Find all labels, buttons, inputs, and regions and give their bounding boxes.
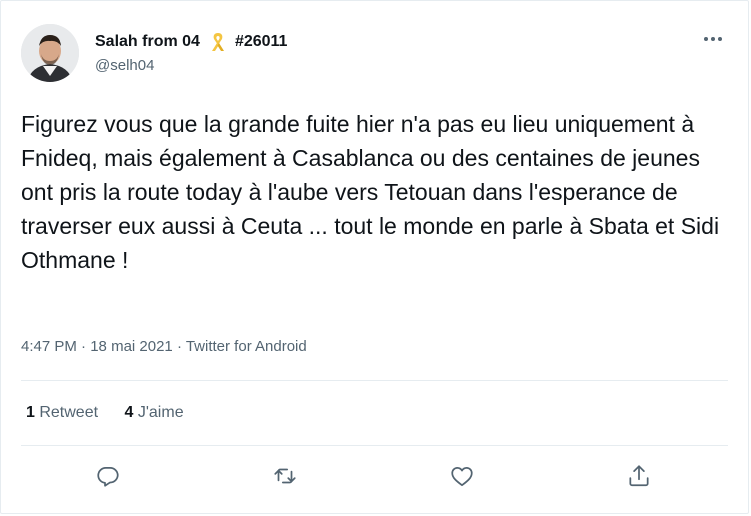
tweet-stats: 1 Retweet 4 J'aime [26,404,206,422]
retweets-label: Retweet [34,404,99,421]
author-name-row[interactable]: Salah from 04 #26011 [95,31,287,53]
user-handle[interactable]: @selh04 [95,57,154,74]
meta-separator: · [76,338,91,355]
retweets-stat[interactable]: 1 Retweet [26,404,98,421]
share-icon [629,465,649,487]
like-button[interactable] [442,456,482,496]
action-bar [1,456,748,496]
reply-icon [97,467,119,487]
likes-label: J'aime [133,404,184,421]
divider [21,445,728,446]
divider [21,380,728,381]
tweet-meta: 4:47 PM · 18 mai 2021 · Twitter for Andr… [21,338,307,355]
reply-button[interactable] [88,456,128,496]
tweet-source[interactable]: Twitter for Android [186,338,307,355]
yellow-ribbon-icon [209,31,227,53]
likes-stat[interactable]: 4 J'aime [125,404,184,421]
tweet-time[interactable]: 4:47 PM [21,338,77,355]
display-name[interactable]: Salah from 04 [95,33,200,51]
retweets-count: 1 [26,404,35,421]
avatar[interactable] [21,24,79,82]
tweet-text: Figurez vous que la grande fuite hier n'… [21,111,720,273]
share-button[interactable] [619,456,659,496]
meta-separator: · [172,338,186,355]
tweet-date[interactable]: 18 mai 2021 [90,338,173,355]
heart-icon [451,467,473,487]
retweet-button[interactable] [265,456,305,496]
tweet-card: Salah from 04 #26011 @selh04 Figurez vou… [0,0,749,514]
retweet-icon [274,468,296,484]
more-dots-icon[interactable] [702,29,724,49]
name-tag: #26011 [234,33,288,50]
